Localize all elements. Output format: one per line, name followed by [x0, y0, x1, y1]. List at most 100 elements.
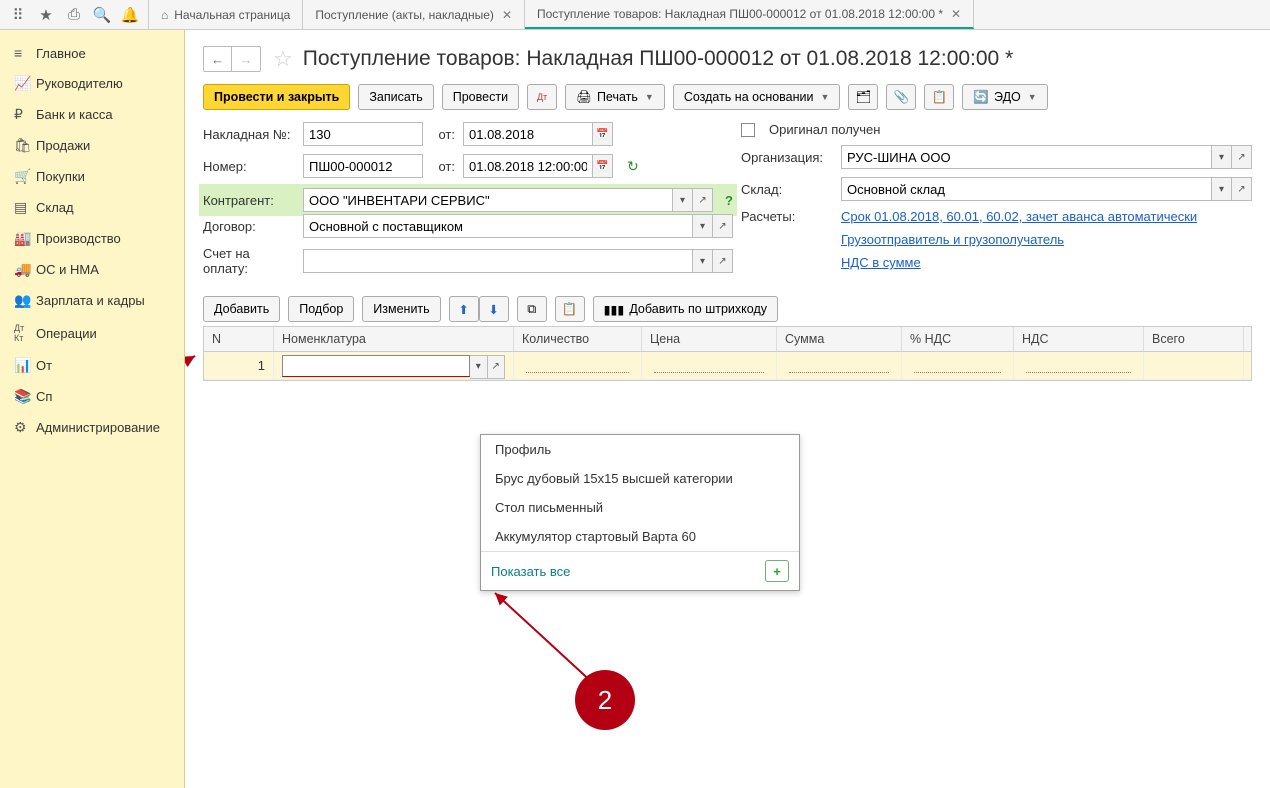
sidebar-item-warehouse[interactable]: ▤Склад — [0, 192, 184, 223]
copy-button[interactable]: ⧉ — [517, 296, 547, 322]
org-input[interactable] — [841, 145, 1212, 169]
truck-icon: 🚚 — [14, 261, 36, 278]
open-ref-icon[interactable]: ↗ — [713, 249, 733, 273]
add-row-button[interactable]: Добавить — [203, 296, 280, 322]
open-ref-icon[interactable]: ↗ — [713, 214, 733, 238]
vat-link[interactable]: НДС в сумме — [841, 255, 921, 270]
invoice-no-input[interactable] — [303, 122, 423, 146]
edo-button[interactable]: 🔄ЭДО▼ — [962, 84, 1047, 110]
sidebar-item-manager[interactable]: 📈Руководителю — [0, 68, 184, 99]
cell-total[interactable] — [1144, 352, 1244, 379]
dtkt-icon: Дт — [537, 92, 547, 102]
home-icon: ⌂ — [161, 8, 168, 22]
move-down-button[interactable]: ⬇ — [479, 296, 509, 322]
sidebar-item-main[interactable]: ≡Главное — [0, 38, 184, 68]
tab-document[interactable]: Поступление товаров: Накладная ПШ00-0000… — [525, 0, 974, 29]
dropdown-icon[interactable]: ▾ — [1212, 145, 1232, 169]
warehouse-input[interactable] — [841, 177, 1212, 201]
original-received-checkbox[interactable] — [741, 123, 755, 137]
barcode-icon: ▮▮▮ — [604, 302, 625, 317]
dtkt-button[interactable]: Дт — [527, 84, 557, 110]
open-ref-icon[interactable]: ↗ — [488, 355, 506, 379]
registry-button[interactable]: 📋 — [924, 84, 954, 110]
tab-home[interactable]: ⌂ Начальная страница — [149, 0, 303, 29]
favorite-star-icon[interactable]: ☆ — [273, 46, 293, 72]
cell-qty[interactable] — [514, 352, 642, 379]
attach-button[interactable]: 📎 — [886, 84, 916, 110]
star-icon[interactable]: ★ — [32, 1, 60, 29]
number-date-input[interactable] — [463, 154, 593, 178]
calendar-icon[interactable]: 📅 — [593, 154, 613, 178]
dropdown-item[interactable]: Аккумулятор стартовый Варта 60 — [481, 522, 799, 551]
add-by-barcode-button[interactable]: ▮▮▮Добавить по штрихкоду — [593, 296, 778, 322]
add-new-button[interactable]: + — [765, 560, 789, 582]
print-button[interactable]: 🖨Печать▼ — [565, 84, 665, 110]
sidebar-item-operations[interactable]: ДтКтОперации — [0, 316, 184, 350]
calendar-icon[interactable]: 📅 — [593, 122, 613, 146]
table-row[interactable]: 1 ▾ ↗ — [204, 352, 1251, 380]
post-and-close-button[interactable]: Провести и закрыть — [203, 84, 350, 110]
nomenclature-input[interactable] — [282, 355, 470, 377]
help-icon[interactable]: ? — [725, 193, 733, 208]
sidebar-item-purchases[interactable]: 🛒Покупки — [0, 161, 184, 192]
dropdown-item[interactable]: Стол письменный — [481, 493, 799, 522]
cell-sum[interactable] — [777, 352, 902, 379]
calc-label: Расчеты: — [741, 209, 833, 224]
cell-vatp[interactable] — [902, 352, 1014, 379]
sidebar-item-reports[interactable]: 📊От — [0, 350, 184, 381]
calc-link[interactable]: Срок 01.08.2018, 60.01, 60.02, зачет ава… — [841, 209, 1197, 224]
move-up-button[interactable]: ⬆ — [449, 296, 479, 322]
cell-vat[interactable] — [1014, 352, 1144, 379]
dropdown-icon[interactable]: ▾ — [693, 214, 713, 238]
pick-button[interactable]: Подбор — [288, 296, 354, 322]
clipboard-icon[interactable]: ⎙ — [60, 1, 88, 29]
dropdown-icon[interactable]: ▾ — [673, 188, 693, 212]
sidebar-item-admin[interactable]: ⚙Администрирование — [0, 412, 184, 443]
create-based-button[interactable]: Создать на основании▼ — [673, 84, 841, 110]
post-button[interactable]: Провести — [442, 84, 519, 110]
sidebar-item-reference[interactable]: 📚Сп — [0, 381, 184, 412]
bill-input[interactable] — [303, 249, 693, 273]
invoice-date-input[interactable] — [463, 122, 593, 146]
contract-input[interactable] — [303, 214, 693, 238]
sidebar-item-hr[interactable]: 👥Зарплата и кадры — [0, 285, 184, 316]
structure-button[interactable]: 🗂 — [848, 84, 878, 110]
dropdown-icon[interactable]: ▾ — [1212, 177, 1232, 201]
apps-icon[interactable]: ⠿ — [4, 1, 32, 29]
sidebar-item-assets[interactable]: 🚚ОС и НМА — [0, 254, 184, 285]
create-based-label: Создать на основании — [684, 90, 814, 104]
tab-close-icon[interactable]: ✕ — [502, 8, 512, 22]
col-n: N — [204, 327, 274, 351]
open-ref-icon[interactable]: ↗ — [1232, 145, 1252, 169]
dropdown-icon[interactable]: ▾ — [693, 249, 713, 273]
cell-nomenclature[interactable]: ▾ ↗ — [274, 352, 514, 379]
counterparty-input[interactable] — [303, 188, 673, 212]
sidebar-item-production[interactable]: 🏭Производство — [0, 223, 184, 254]
change-button[interactable]: Изменить — [362, 296, 440, 322]
col-sum: Сумма — [777, 327, 902, 351]
show-all-link[interactable]: Показать все — [491, 564, 570, 579]
save-button[interactable]: Записать — [358, 84, 433, 110]
annotation-bubble-2: 2 — [575, 670, 635, 730]
col-total: Всего — [1144, 327, 1244, 351]
cell-price[interactable] — [642, 352, 777, 379]
shipper-link[interactable]: Грузоотправитель и грузополучатель — [841, 232, 1064, 247]
open-ref-icon[interactable]: ↗ — [693, 188, 713, 212]
dropdown-item[interactable]: Брус дубовый 15х15 высшей категории — [481, 464, 799, 493]
sidebar-item-bank[interactable]: ₽Банк и касса — [0, 99, 184, 130]
nav-forward-button[interactable]: → — [232, 47, 260, 71]
dropdown-item[interactable]: Профиль — [481, 435, 799, 464]
paste-button[interactable]: 📋 — [555, 296, 585, 322]
tab-close-icon[interactable]: ✕ — [951, 7, 961, 21]
open-ref-icon[interactable]: ↗ — [1232, 177, 1252, 201]
search-icon[interactable]: 🔍 — [88, 1, 116, 29]
boxes-icon: ▤ — [14, 199, 36, 216]
tab-receipts[interactable]: Поступление (акты, накладные) ✕ — [303, 0, 525, 29]
number-input[interactable] — [303, 154, 423, 178]
sidebar-item-sales[interactable]: 🛍Продажи — [0, 130, 184, 161]
refresh-icon[interactable]: ↻ — [627, 158, 639, 175]
bell-icon[interactable]: 🔔 — [116, 1, 144, 29]
nav-back-button[interactable]: ← — [204, 47, 232, 71]
dropdown-icon[interactable]: ▾ — [470, 355, 488, 379]
tab-bar: ⌂ Начальная страница Поступление (акты, … — [149, 0, 1270, 29]
